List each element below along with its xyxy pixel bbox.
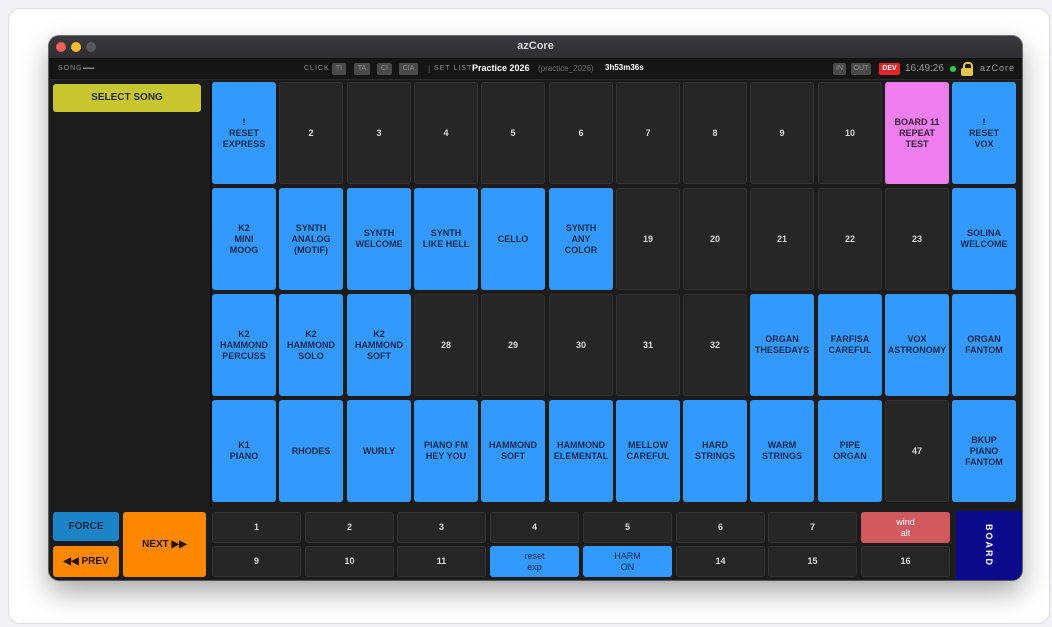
pad-47[interactable]: 47 <box>885 400 949 502</box>
bank-button-8[interactable]: wind alt <box>861 512 950 543</box>
pad-8[interactable]: 8 <box>683 82 747 184</box>
bank-button-10[interactable]: 10 <box>305 546 394 577</box>
pad-17[interactable]: CELLO <box>481 188 545 290</box>
pad-30[interactable]: 30 <box>549 294 613 396</box>
pad-10[interactable]: 10 <box>818 82 882 184</box>
pad-48[interactable]: BKUP PIANO FANTOM <box>952 400 1016 502</box>
status-bar: SONG — CLICK TI TA CI CIA | SET LIST Pra… <box>49 59 1022 80</box>
bank-button-7[interactable]: 7 <box>768 512 857 543</box>
bank-button-9[interactable]: 9 <box>212 546 301 577</box>
bank-button-11[interactable]: 11 <box>397 546 486 577</box>
select-song-button[interactable]: SELECT SONG <box>53 84 201 112</box>
bank-button-5[interactable]: 5 <box>583 512 672 543</box>
click-label: CLICK <box>304 65 330 72</box>
pad-29[interactable]: 29 <box>481 294 545 396</box>
pad-39[interactable]: WURLY <box>347 400 411 502</box>
pad-9[interactable]: 9 <box>750 82 814 184</box>
status-separator: | <box>428 63 431 73</box>
board-button[interactable]: BOARD <box>956 511 1022 580</box>
pad-13[interactable]: K2 MINI MOOG <box>212 188 276 290</box>
pad-22[interactable]: 22 <box>818 188 882 290</box>
bank-button-2[interactable]: 2 <box>305 512 394 543</box>
pad-36[interactable]: ORGAN FANTOM <box>952 294 1016 396</box>
pad-21[interactable]: 21 <box>750 188 814 290</box>
setlist-name: Practice 2026 <box>472 63 530 73</box>
pad-7[interactable]: 7 <box>616 82 680 184</box>
pad-45[interactable]: WARM STRINGS <box>750 400 814 502</box>
pad-38[interactable]: RHODES <box>279 400 343 502</box>
pad-35[interactable]: VOX ASTRONOMY <box>885 294 949 396</box>
pad-32[interactable]: 32 <box>683 294 747 396</box>
pad-1[interactable]: ! RESET EXPRESS <box>212 82 276 184</box>
prev-button[interactable]: ◀◀ PREV <box>53 546 119 577</box>
pad-14[interactable]: SYNTH ANALOG (MOTIF) <box>279 188 343 290</box>
out-indicator: OUT <box>851 63 871 75</box>
pad-27[interactable]: K2 HAMMOND SOFT <box>347 294 411 396</box>
clock-time: 16:49:26 <box>905 63 944 74</box>
bank-button-12[interactable]: reset exp <box>490 546 579 577</box>
pad-41[interactable]: HAMMOND SOFT <box>481 400 545 502</box>
pad-43[interactable]: MELLOW CAREFUL <box>616 400 680 502</box>
song-sidebar: SELECT SONG <box>49 80 212 507</box>
pad-grid: ! RESET EXPRESS 2 3 4 5 6 7 8 9 10 BOARD 11 REPEAT… <box>212 82 1020 506</box>
setlist-duration: 3h53m36s <box>605 63 644 72</box>
pad-25[interactable]: K2 HAMMOND PERCUSS <box>212 294 276 396</box>
bank-button-4[interactable]: 4 <box>490 512 579 543</box>
pad-46[interactable]: PIPE ORGAN <box>818 400 882 502</box>
pad-3[interactable]: 3 <box>347 82 411 184</box>
lock-icon[interactable] <box>961 62 973 76</box>
app-window: azCore SONG — CLICK TI TA CI CIA | SET L… <box>49 36 1022 580</box>
click-chip-ta[interactable]: TA <box>354 63 370 75</box>
pad-26[interactable]: K2 HAMMOND SOLO <box>279 294 343 396</box>
window-title: azCore <box>517 40 554 52</box>
bank-button-1[interactable]: 1 <box>212 512 301 543</box>
app-name-label: azCore <box>980 63 1016 73</box>
pad-5[interactable]: 5 <box>481 82 545 184</box>
in-indicator: IN <box>833 63 846 75</box>
pad-11[interactable]: BOARD 11 REPEAT TEST <box>885 82 949 184</box>
click-chip-ci[interactable]: CI <box>377 63 392 75</box>
bank-button-13[interactable]: HARM ON <box>583 546 672 577</box>
pad-4[interactable]: 4 <box>414 82 478 184</box>
next-button[interactable]: NEXT ▶▶ <box>123 512 206 577</box>
pad-6[interactable]: 6 <box>549 82 613 184</box>
bank-button-14[interactable]: 14 <box>676 546 765 577</box>
force-button[interactable]: FORCE <box>53 512 119 541</box>
pad-42[interactable]: HAMMOND ELEMENTAL <box>549 400 613 502</box>
pad-20[interactable]: 20 <box>683 188 747 290</box>
click-chip-ti[interactable]: TI <box>332 63 346 75</box>
pad-16[interactable]: SYNTH LIKE HELL <box>414 188 478 290</box>
pad-44[interactable]: HARD STRINGS <box>683 400 747 502</box>
pad-15[interactable]: SYNTH WELCOME <box>347 188 411 290</box>
bottom-controls: FORCE ◀◀ PREV NEXT ▶▶ BOARD 1 2 3 4 5 6 7 wind … <box>49 509 1022 580</box>
click-chip-cia[interactable]: CIA <box>399 63 418 75</box>
title-bar: azCore <box>49 36 1022 59</box>
pad-19[interactable]: 19 <box>616 188 680 290</box>
pad-34[interactable]: FARFISA CAREFUL <box>818 294 882 396</box>
board-label: BOARD <box>984 524 994 567</box>
setlist-label: SET LIST <box>434 65 473 72</box>
song-label: SONG <box>58 65 83 72</box>
bank-button-15[interactable]: 15 <box>768 546 857 577</box>
pad-12[interactable]: ! RESET VOX <box>952 82 1016 184</box>
bank-button-3[interactable]: 3 <box>397 512 486 543</box>
pad-31[interactable]: 31 <box>616 294 680 396</box>
dev-badge: DEV <box>879 63 900 75</box>
pad-33[interactable]: ORGAN THESEDAYS <box>750 294 814 396</box>
pad-18[interactable]: SYNTH ANY COLOR <box>549 188 613 290</box>
pad-37[interactable]: K1 PIANO <box>212 400 276 502</box>
bank-button-6[interactable]: 6 <box>676 512 765 543</box>
setlist-file: (practice_2026) <box>538 64 594 73</box>
pad-24[interactable]: SOLINA WELCOME <box>952 188 1016 290</box>
connection-status-dot <box>950 66 956 72</box>
song-value: — <box>83 62 94 74</box>
pad-23[interactable]: 23 <box>885 188 949 290</box>
pad-2[interactable]: 2 <box>279 82 343 184</box>
pad-28[interactable]: 28 <box>414 294 478 396</box>
bank-button-16[interactable]: 16 <box>861 546 950 577</box>
pad-40[interactable]: PIANO FM HEY YOU <box>414 400 478 502</box>
